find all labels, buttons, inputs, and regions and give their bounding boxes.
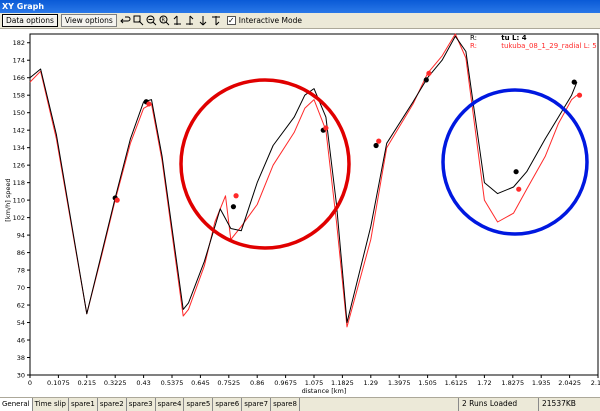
zoom-out-icon[interactable] — [146, 15, 158, 27]
x-tick-label: 2.0425 — [558, 379, 581, 387]
interactive-mode-label: Interactive Mode — [238, 16, 302, 25]
y-tick-label: 182 — [13, 39, 25, 47]
tab-spare6[interactable]: spare6 — [213, 398, 243, 411]
x-tick-label: 1.29 — [364, 379, 378, 387]
legend: R: tu L: 4 R: tukuba_08_1_29_radial L: 5 — [470, 34, 597, 50]
x-tick-label: 0 — [28, 379, 32, 387]
plot-frame — [29, 33, 599, 376]
x-tick-label: 1.8275 — [501, 379, 524, 387]
sheet-tabs: General Time slip spare1 spare2 spare3 spare4… — [0, 398, 300, 411]
tab-spare8[interactable]: spare8 — [271, 398, 300, 411]
tab-time-slip[interactable]: Time slip — [32, 398, 69, 411]
x-tick-label: 1.6125 — [445, 379, 468, 387]
x-tick-label: 0.86 — [250, 379, 264, 387]
y-tick-label: 70 — [17, 284, 25, 292]
data-marker — [423, 77, 429, 83]
view-options-button[interactable]: View options — [60, 14, 117, 27]
x-tick-label: 0.7525 — [217, 379, 240, 387]
svg-text:R: R — [162, 18, 166, 24]
interactive-mode-checkbox[interactable]: ✓ — [226, 16, 236, 25]
data-marker — [426, 70, 432, 76]
runs-loaded-status: 2 Runs Loaded — [458, 398, 538, 411]
memory-status: 21537KB — [538, 398, 600, 411]
data-marker — [516, 186, 522, 192]
tab-spare5[interactable]: spare5 — [184, 398, 214, 411]
arrow-up-right-icon[interactable] — [185, 15, 197, 27]
x-tick-label: 1.075 — [305, 379, 324, 387]
x-tick-label: 1.3975 — [388, 379, 411, 387]
y-tick-label: 46 — [17, 337, 25, 345]
y-tick-label: 62 — [17, 302, 25, 310]
zoom-fit-icon[interactable]: R — [159, 15, 171, 27]
y-tick-label: 94 — [17, 232, 25, 240]
y-tick-label: 30 — [17, 372, 25, 380]
data-marker — [571, 79, 577, 85]
y-tick-label: 86 — [17, 249, 25, 257]
tab-general[interactable]: General — [0, 398, 33, 411]
x-tick-label: 0.43 — [136, 379, 150, 387]
x-tick-label: 0.3225 — [104, 379, 127, 387]
data-marker — [373, 142, 379, 149]
x-tick-label: 0.215 — [77, 379, 96, 387]
y-tick-label: 142 — [13, 127, 25, 135]
y-tick-label: 126 — [13, 162, 25, 170]
legend-black-label: tu L: 4 — [501, 34, 527, 42]
y-tick-label: 38 — [17, 354, 25, 362]
x-tick-label: 0.1075 — [47, 379, 70, 387]
x-tick-label: 1.505 — [418, 379, 437, 387]
y-tick-label: 54 — [17, 319, 25, 327]
data-marker — [114, 197, 120, 203]
y-tick-label: 134 — [13, 144, 25, 152]
toolbar: Data options View options R ✓ Interactiv… — [0, 13, 600, 29]
y-tick-label: 158 — [13, 92, 25, 100]
zoom-box-icon[interactable] — [133, 15, 145, 27]
x-tick-label: 0.5375 — [161, 379, 184, 387]
y-axis-label: [km/h] speed — [4, 179, 12, 222]
data-marker — [230, 204, 237, 210]
window-title: XY Graph — [0, 0, 600, 13]
data-marker — [376, 138, 382, 144]
tab-spare3[interactable]: spare3 — [126, 398, 156, 411]
tab-spare2[interactable]: spare2 — [97, 398, 127, 411]
data-marker — [233, 193, 239, 199]
y-tick-label: 78 — [17, 267, 25, 275]
x-tick-label: 1.1825 — [331, 379, 354, 387]
status-bar: General Time slip spare1 spare2 spare3 spare4… — [0, 397, 600, 411]
arrow-down-icon[interactable] — [198, 15, 210, 27]
data-marker — [576, 92, 583, 98]
x-tick-label: 2.15 — [591, 379, 600, 387]
y-tick-label: 166 — [13, 74, 25, 82]
x-tick-label: 1.935 — [532, 379, 551, 387]
chart-svg[interactable]: 30 38 46 54 62 70 78 86 94 102 110 118 126 134 142 150 1… — [0, 30, 600, 397]
tab-spare4[interactable]: spare4 — [155, 398, 185, 411]
data-marker — [513, 169, 519, 175]
legend-red-prefix: R: — [470, 42, 478, 50]
arrow-down-right-icon[interactable] — [211, 15, 223, 27]
xy-graph-plot[interactable]: 30 38 46 54 62 70 78 86 94 102 110 118 126 134 142 150 1… — [0, 30, 600, 397]
y-tick-label: 118 — [13, 179, 25, 187]
arrow-up-left-icon[interactable] — [172, 15, 184, 27]
tab-spare1[interactable]: spare1 — [68, 398, 98, 411]
y-tick-label: 174 — [13, 57, 25, 65]
data-marker — [323, 125, 329, 131]
y-tick-label: 102 — [13, 214, 25, 222]
legend-black-prefix: R: — [470, 34, 478, 42]
y-tick-label: 110 — [13, 197, 25, 205]
x-tick-label: 0.645 — [191, 379, 210, 387]
legend-red-label: tukuba_08_1_29_radial L: 5 — [501, 42, 597, 50]
data-marker — [146, 101, 152, 107]
tab-spare7[interactable]: spare7 — [242, 398, 272, 411]
x-axis-label: distance [km] — [302, 387, 347, 395]
data-options-button[interactable]: Data options — [2, 14, 58, 27]
x-tick-label: 1.72 — [477, 379, 491, 387]
undo-icon[interactable] — [120, 15, 132, 27]
x-tick-label: 0.9675 — [274, 379, 297, 387]
y-tick-label: 150 — [13, 109, 25, 117]
